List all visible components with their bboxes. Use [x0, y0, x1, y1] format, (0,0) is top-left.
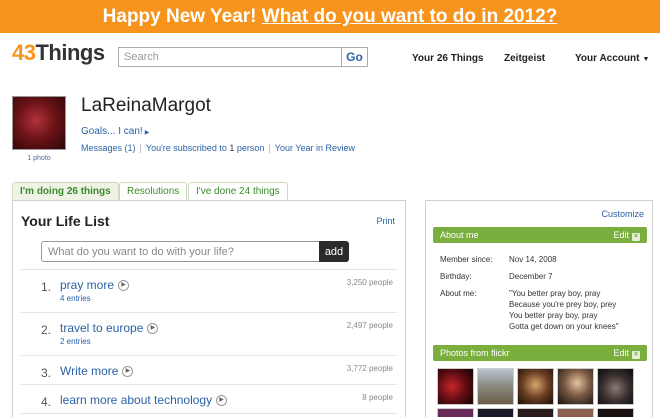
list-item: 3. Write more ▶ 3,772 people: [21, 355, 397, 384]
about-me-header: About me Edit ×: [433, 227, 647, 243]
messages-label: Messages: [81, 143, 123, 153]
banner-greeting: Happy New Year!: [102, 6, 257, 27]
member-since-label: Member since:: [440, 255, 493, 264]
nav-zeitgeist[interactable]: Zeitgeist: [504, 53, 545, 64]
customize-link[interactable]: Customize: [601, 209, 644, 219]
about-me-title: About me: [440, 230, 479, 240]
goal-title: learn more about technology: [60, 393, 213, 407]
search-form: Go: [118, 47, 368, 67]
list-item: 4. learn more about technology ▶ 8 people: [21, 384, 397, 413]
about-quote-line: Because you're prey boy, prey: [509, 300, 617, 309]
play-icon[interactable]: ▶: [118, 280, 130, 292]
separator: |: [268, 143, 271, 153]
chevron-down-icon: ▼: [642, 56, 650, 63]
about-me-label: About me:: [440, 289, 477, 298]
tab-doing[interactable]: I'm doing 26 things: [12, 182, 119, 201]
logo-number: 43: [12, 40, 36, 65]
add-goal-button[interactable]: add: [319, 241, 349, 262]
subscribed-prefix: You're subscribed to: [145, 143, 227, 153]
life-list-panel: Your Life List Print add 1. pray more▶ 4…: [12, 200, 406, 417]
goal-people-count[interactable]: 8 people: [362, 393, 393, 402]
goal-index: 2.: [41, 323, 52, 337]
photos-header: Photos from flickr Edit ×: [433, 345, 647, 361]
nav-account-label: Your Account: [575, 53, 640, 64]
goal-index: 3.: [41, 366, 52, 380]
life-list-title: Your Life List: [21, 213, 110, 229]
birthday-value: December 7: [509, 272, 553, 281]
flickr-photo[interactable]: [477, 408, 514, 417]
add-goal-form: add: [41, 241, 349, 262]
photos-edit-button[interactable]: Edit ×: [613, 345, 640, 361]
about-quote-line: "You better pray boy, pray: [509, 289, 601, 298]
goal-title-link[interactable]: pray more ▶: [60, 278, 130, 292]
goal-title-link[interactable]: travel to europe ▶: [60, 321, 159, 335]
play-icon[interactable]: ▶: [147, 323, 159, 335]
goal-entries[interactable]: 2 entries: [60, 337, 91, 346]
messages-link[interactable]: Messages (1): [81, 143, 136, 153]
flickr-photo[interactable]: [517, 368, 554, 405]
flickr-photo[interactable]: [557, 368, 594, 405]
play-icon[interactable]: ▶: [216, 395, 228, 407]
member-since-value: Nov 14, 2008: [509, 255, 557, 264]
about-quote-line: Gotta get down on your knees": [509, 322, 619, 331]
close-icon[interactable]: ×: [632, 233, 640, 241]
flickr-photo[interactable]: [557, 408, 594, 417]
subscribed-count: 1: [229, 143, 235, 153]
goals-link-label: Goals... I can!: [81, 126, 143, 137]
print-link[interactable]: Print: [376, 216, 395, 226]
triangle-right-icon: ▶: [144, 130, 150, 136]
nav-your-things[interactable]: Your 26 Things: [412, 53, 484, 64]
goal-index: 4.: [41, 395, 52, 409]
about-edit-button[interactable]: Edit ×: [613, 227, 640, 243]
close-icon[interactable]: ×: [632, 351, 640, 359]
goal-title: Write more: [60, 364, 119, 378]
search-go-button[interactable]: Go: [342, 47, 368, 67]
year-in-review-link[interactable]: Your Year in Review: [275, 143, 355, 153]
flickr-photo[interactable]: [597, 368, 634, 405]
profile-meta: Messages (1) | You're subscribed to 1 pers…: [81, 143, 355, 153]
site-logo[interactable]: 43Things: [12, 40, 105, 66]
separator: |: [139, 143, 142, 153]
avatar[interactable]: [12, 96, 66, 150]
photos-title: Photos from flickr: [440, 348, 510, 358]
tab-resolutions[interactable]: Resolutions: [119, 182, 188, 200]
goal-people-count[interactable]: 3,772 people: [347, 364, 393, 373]
goal-title: pray more: [60, 278, 115, 292]
goal-title: travel to europe: [60, 321, 144, 335]
edit-label: Edit: [613, 230, 629, 240]
edit-label: Edit: [613, 348, 629, 358]
avatar-photo-count[interactable]: 1 photo: [12, 155, 66, 162]
about-quote-line: You better pray boy, pray: [509, 311, 598, 320]
goal-people-count[interactable]: 2,497 people: [347, 321, 393, 330]
goal-title-link[interactable]: learn more about technology ▶: [60, 393, 228, 407]
profile-username: LaReinaMargot: [81, 95, 211, 116]
goals-link[interactable]: Goals... I can! ▶: [81, 126, 149, 137]
list-item: [21, 413, 397, 417]
flickr-photo[interactable]: [437, 368, 474, 405]
add-goal-input[interactable]: [41, 241, 319, 262]
flickr-photo[interactable]: [477, 368, 514, 405]
new-year-banner: Happy New Year! What do you want to do i…: [0, 0, 660, 33]
tab-done[interactable]: I've done 24 things: [188, 182, 288, 200]
subscriptions-link[interactable]: You're subscribed to 1 person: [146, 143, 265, 153]
list-item: 2. travel to europe ▶ 2 entries 2,497 peo…: [21, 312, 397, 355]
logo-word: Things: [35, 40, 105, 65]
flickr-photo[interactable]: [437, 408, 474, 417]
nav-your-account[interactable]: Your Account ▼: [575, 53, 649, 64]
goal-index: 1.: [41, 280, 52, 294]
flickr-photo[interactable]: [597, 408, 634, 417]
flickr-photo[interactable]: [517, 408, 554, 417]
play-icon[interactable]: ▶: [122, 366, 134, 378]
messages-count: (1): [124, 143, 136, 153]
banner-link[interactable]: What do you want to do in 2012?: [262, 6, 558, 27]
goal-title-link[interactable]: Write more ▶: [60, 364, 134, 378]
list-item: 1. pray more ▶ 4 entries 3,250 people: [21, 269, 397, 312]
goal-entries[interactable]: 4 entries: [60, 294, 91, 303]
goal-people-count[interactable]: 3,250 people: [347, 278, 393, 287]
subscribed-suffix: person: [236, 143, 265, 153]
search-input[interactable]: [118, 47, 342, 67]
birthday-label: Birthday:: [440, 272, 472, 281]
